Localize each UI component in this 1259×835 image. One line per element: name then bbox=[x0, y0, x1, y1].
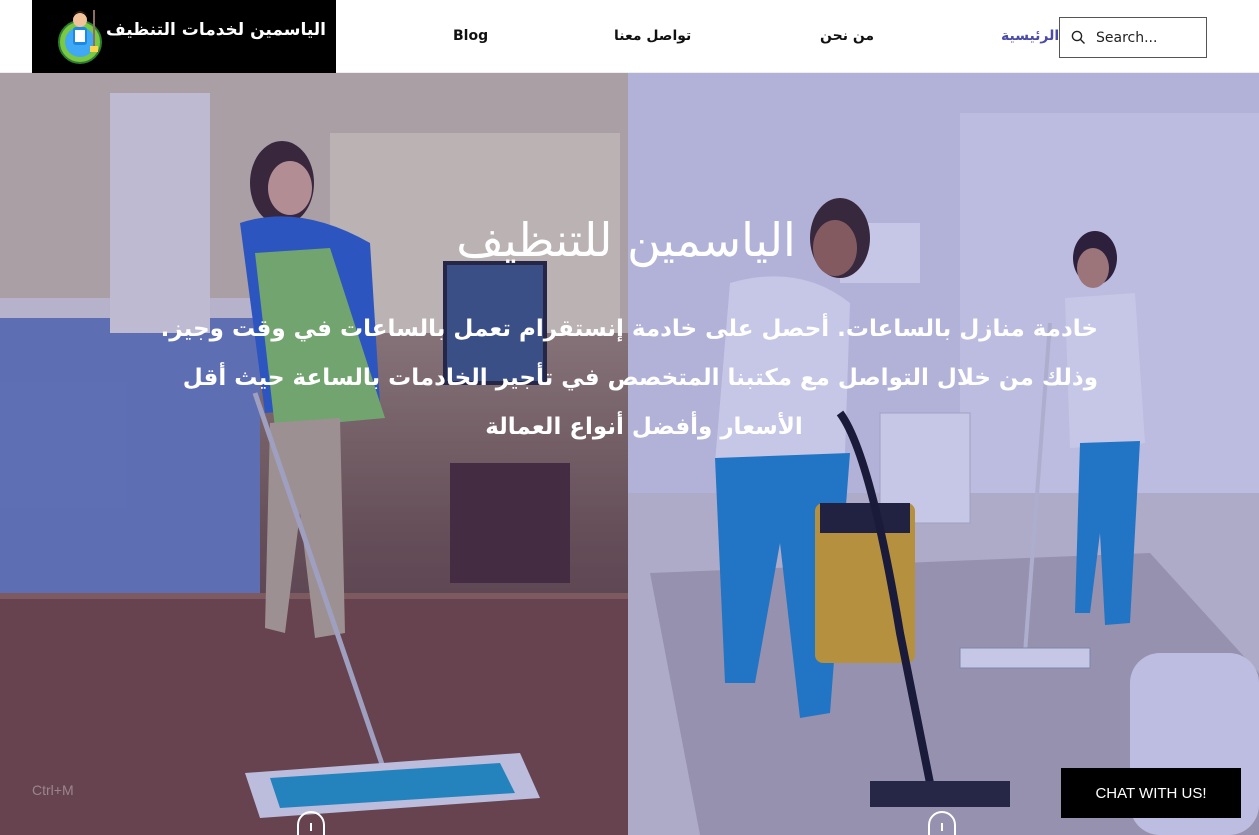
hero-description: خادمة منازل بالساعات. أحصل على خادمة إنس… bbox=[150, 305, 1098, 452]
nav-blog[interactable]: Blog bbox=[453, 28, 488, 44]
logo[interactable]: الياسمين لخدمات التنظيف bbox=[32, 0, 336, 73]
search-box[interactable] bbox=[1059, 17, 1207, 58]
cleaning-lady-logo-icon bbox=[58, 10, 102, 64]
hero-line-1: خادمة منازل بالساعات. أحصل على خادمة إنس… bbox=[160, 316, 1098, 342]
site-header: الياسمين لخدمات التنظيف Blog تواصل معنا … bbox=[0, 0, 1259, 73]
hero-color-overlay bbox=[0, 73, 1259, 835]
hero-line-2: وذلك من خلال التواصل مع مكتبنا المتخصص ف… bbox=[182, 365, 1098, 391]
nav-home[interactable]: الرئيسية bbox=[1001, 28, 1059, 44]
nav-contact[interactable]: تواصل معنا bbox=[614, 28, 691, 44]
logo-text: الياسمين لخدمات التنظيف bbox=[105, 20, 326, 40]
search-input[interactable] bbox=[1096, 29, 1201, 46]
search-icon[interactable] bbox=[1060, 17, 1096, 58]
hero-section: الياسمين للتنظيف خادمة منازل بالساعات. أ… bbox=[0, 73, 1259, 835]
scroll-down-indicator-right[interactable] bbox=[928, 811, 956, 835]
chat-with-us-button[interactable]: CHAT WITH US! bbox=[1061, 768, 1241, 818]
hero-line-3: الأسعار وأفضل أنواع العمالة bbox=[485, 414, 803, 440]
keyboard-shortcut-hint: Ctrl+M bbox=[32, 782, 74, 798]
hero-title: الياسمين للتنظيف bbox=[456, 213, 796, 267]
nav-about[interactable]: من نحن bbox=[820, 28, 874, 44]
scroll-down-indicator-left[interactable] bbox=[297, 811, 325, 835]
